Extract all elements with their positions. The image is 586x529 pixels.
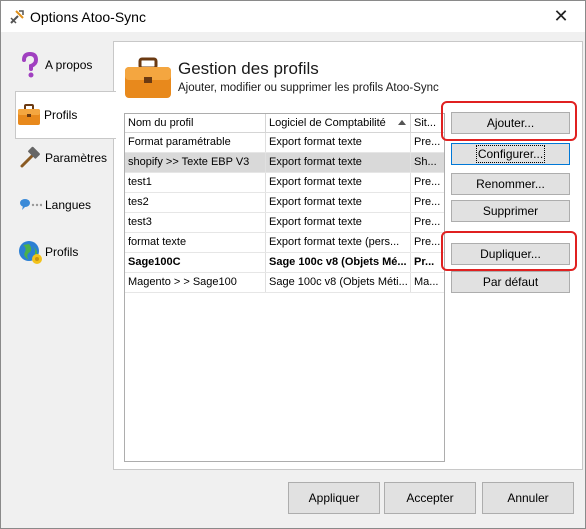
cell-name: format texte [125,233,266,252]
cell-name: test1 [125,173,266,192]
briefcase-icon [125,57,171,98]
supprimer-button[interactable]: Supprimer [451,200,570,222]
cell-site: Pre... [414,176,441,188]
cell-site: Pre... [414,216,441,228]
cell-software: Export format texte [266,153,411,172]
window-title: Options Atoo-Sync [30,8,146,25]
cell-name: Format paramétrable [125,133,266,152]
table-row[interactable]: test3 Export format texte Pre... [125,213,444,233]
column-header-nom[interactable]: Nom du profil [125,114,266,132]
sidebar-item-label: Langues [45,198,92,212]
profiles-panel: Gestion des profils Ajouter, modifier ou… [113,41,583,470]
cell-software: Export format texte (pers... [266,233,411,252]
cell-software: Sage 100c v8 (Objets Mé... [266,253,411,272]
cell-software: Export format texte [266,173,411,192]
cell-software: Export format texte [266,133,411,152]
sidebar-item-label: Profils [45,245,79,259]
briefcase-icon [16,102,42,128]
cell-site: Pr... [414,256,435,268]
globe-icon [17,239,43,265]
table-row[interactable]: format texte Export format texte (pers..… [125,233,444,253]
hammer-icon [17,145,43,171]
speech-icon [17,192,43,218]
sort-ascending-icon [398,120,406,125]
ajouter-button[interactable]: Ajouter... [451,112,570,134]
sidebar-item-label: A propos [45,58,93,72]
table-row[interactable]: shopify >> Texte EBP V3 Export format te… [125,153,444,173]
close-icon[interactable]: ✕ [551,6,571,26]
cell-name: test3 [125,213,266,232]
table-header: Nom du profil Logiciel de Comptabilité S… [125,114,444,133]
cell-site: Pre... [414,196,441,208]
configurer-label: Configurer... [475,145,546,163]
profiles-table[interactable]: Nom du profil Logiciel de Comptabilité S… [124,113,445,462]
par-defaut-button[interactable]: Par défaut [451,271,570,293]
sidebar-item-a-propos[interactable]: A propos [17,45,113,85]
table-row[interactable]: Magento > > Sage100 Sage 100c v8 (Objets… [125,273,444,293]
sidebar-item-langues[interactable]: Langues [17,185,113,225]
question-icon [17,52,43,78]
dupliquer-button[interactable]: Dupliquer... [451,243,570,265]
cell-software: Sage 100c v8 (Objets Méti... [266,273,411,292]
table-row[interactable]: tes2 Export format texte Pre... [125,193,444,213]
tools-icon [10,9,24,24]
annuler-button[interactable]: Annuler [482,482,574,514]
sidebar-item-label: Profils [44,108,78,122]
sidebar-item-profils-2[interactable]: Profils [17,232,113,272]
cell-site: Pre... [414,136,441,148]
table-row[interactable]: Sage100C Sage 100c v8 (Objets Mé... Pr..… [125,253,444,273]
cell-site: Ma... [414,276,439,288]
column-header-site[interactable]: Sit... [411,114,444,132]
accepter-button[interactable]: Accepter [384,482,476,514]
cell-software: Export format texte [266,193,411,212]
column-header-logiciel[interactable]: Logiciel de Comptabilité [266,114,411,132]
cell-name: Sage100C [125,253,266,272]
cell-site: Sh... [414,156,437,168]
table-row[interactable]: Format paramétrable Export format texte … [125,133,444,153]
cell-software: Export format texte [266,213,411,232]
cell-site: Pre... [414,236,441,248]
sidebar-item-label: Paramètres [45,151,108,165]
table-row[interactable]: test1 Export format texte Pre... [125,173,444,193]
cell-name: Magento > > Sage100 [125,273,266,292]
sidebar-item-profils[interactable]: Profils [15,91,116,139]
cell-name: tes2 [125,193,266,212]
cell-name: shopify >> Texte EBP V3 [125,153,266,172]
column-header-label: Logiciel de Comptabilité [269,117,386,129]
options-window: Options Atoo-Sync ✕ A propos Profils Par… [0,0,586,529]
title-bar: Options Atoo-Sync ✕ [1,1,585,32]
appliquer-button[interactable]: Appliquer [288,482,380,514]
page-title: Gestion des profils [178,59,319,78]
sidebar-item-parametres[interactable]: Paramètres [17,138,113,178]
configurer-button[interactable]: Configurer... [451,143,570,165]
page-subtitle: Ajouter, modifier ou supprimer les profi… [178,82,439,94]
renommer-button[interactable]: Renommer... [451,173,570,195]
